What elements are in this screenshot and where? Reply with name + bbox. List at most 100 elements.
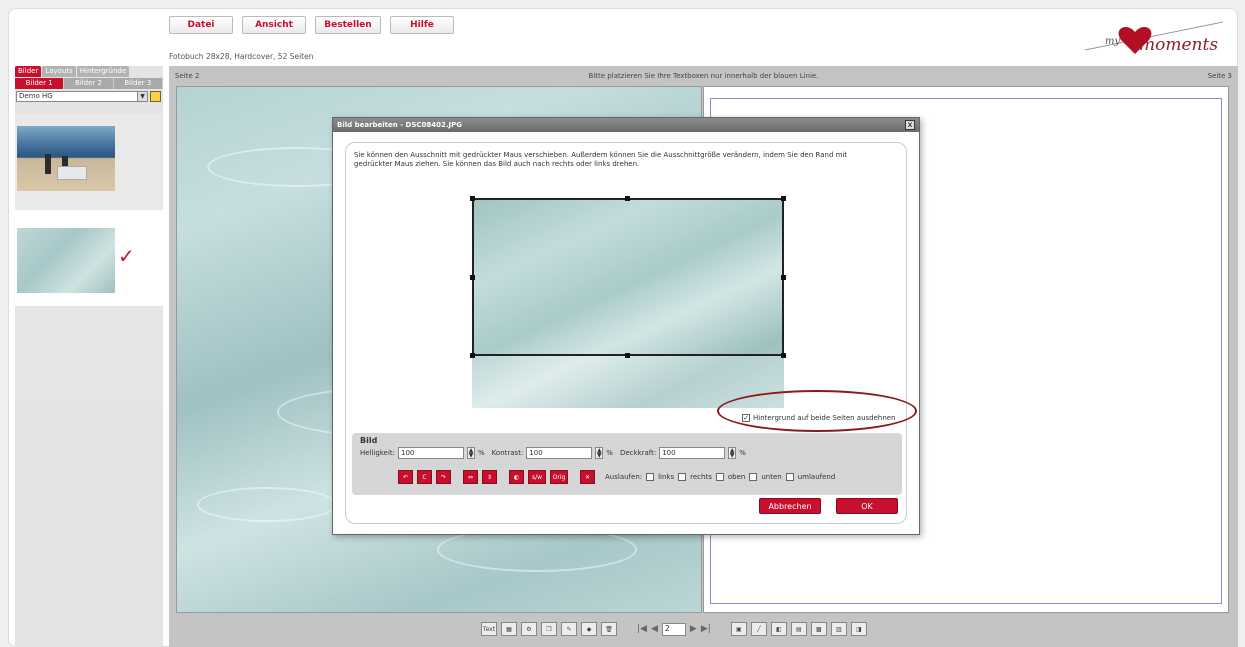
menu-datei-button[interactable]: Datei xyxy=(169,16,233,34)
thumbnail-slot[interactable] xyxy=(15,114,163,210)
person-figure xyxy=(45,154,51,174)
next-page-icon[interactable]: ▶ xyxy=(690,624,697,634)
bleed-all-checkbox[interactable] xyxy=(785,473,794,481)
original-filter-icon[interactable]: Orig xyxy=(550,470,568,484)
bleed-top-checkbox[interactable] xyxy=(715,473,724,481)
color-filter-icon[interactable]: ◐ xyxy=(509,470,524,484)
crop-handle[interactable] xyxy=(470,196,475,201)
sepia-filter-icon[interactable]: s/w xyxy=(528,470,546,484)
diagonal-icon[interactable]: ╱ xyxy=(750,622,767,636)
crop-handle[interactable] xyxy=(781,275,786,280)
bleed-right-label: rechts xyxy=(690,473,712,481)
tab-bilder[interactable]: Bilder xyxy=(15,66,42,77)
ok-button[interactable]: OK xyxy=(836,498,898,514)
page-number-input[interactable]: 2 xyxy=(661,622,686,636)
water-reflection xyxy=(197,487,337,522)
crop-handle[interactable] xyxy=(625,353,630,358)
close-icon[interactable]: x xyxy=(905,120,915,130)
settings-icon[interactable]: ⚙ xyxy=(521,622,537,636)
chevron-down-icon: ▼ xyxy=(137,92,147,101)
rotate-left-icon[interactable]: ↶ xyxy=(398,470,413,484)
crop-handle[interactable] xyxy=(625,196,630,201)
menu-bestellen-button[interactable]: Bestellen xyxy=(315,16,381,34)
thumbnail-slot-selected[interactable]: ✓ xyxy=(15,210,163,306)
contrast-spinner[interactable]: ▲ ▼ xyxy=(595,447,604,459)
cancel-button[interactable]: Abbrechen xyxy=(759,498,821,514)
opacity-spinner[interactable]: ▲ ▼ xyxy=(728,447,737,459)
paint-icon[interactable]: ✎ xyxy=(561,622,577,636)
arrange-icon[interactable]: ▩ xyxy=(810,622,827,636)
stack-icon[interactable]: ▥ xyxy=(830,622,847,636)
brightness-label: Helligkeit: xyxy=(360,449,396,457)
brightness-spinner[interactable]: ▲ ▼ xyxy=(467,447,476,459)
bleed-left-checkbox[interactable] xyxy=(646,473,655,481)
thumbnail-list: ✓ xyxy=(15,114,163,402)
highlight-ring xyxy=(717,390,917,432)
bleed-right-checkbox[interactable] xyxy=(678,473,687,481)
prev-page-icon[interactable]: ◀ xyxy=(651,624,658,634)
percent-sign: % xyxy=(739,449,746,457)
layout-icon[interactable]: ▣ xyxy=(730,622,747,636)
rotate-right-icon[interactable]: ↷ xyxy=(436,470,451,484)
fill-icon[interactable]: ◆ xyxy=(581,622,597,636)
svg-text:my: my xyxy=(1105,36,1120,47)
menu-ansicht-button[interactable]: Ansicht xyxy=(242,16,306,34)
delete-icon[interactable]: ✕ xyxy=(580,470,595,484)
grid-icon[interactable]: ▤ xyxy=(790,622,807,636)
image-tool-icon[interactable]: ▦ xyxy=(501,622,517,636)
folder-open-icon[interactable] xyxy=(150,91,161,102)
crop-image[interactable] xyxy=(470,196,786,408)
sidebar-tabs: Bilder Layouts Hintergründe xyxy=(15,66,163,77)
image-adjust-panel: Bild Helligkeit: 100 ▲ ▼ % Kontrast: 100 … xyxy=(352,433,902,495)
beach-photo-thumbnail[interactable] xyxy=(17,126,115,191)
tab-layouts[interactable]: Layouts xyxy=(42,66,76,77)
menu-hilfe-button[interactable]: Hilfe xyxy=(390,16,454,34)
dialog-title: Bild bearbeiten - DSC08402.JPG xyxy=(333,118,919,132)
extend-background-checkbox[interactable]: ✓ xyxy=(742,414,750,422)
folder-row: Demo HG ▼ xyxy=(15,91,163,102)
subtab-bilder-1[interactable]: Bilder 1 xyxy=(15,78,65,89)
flip-vertical-icon[interactable]: ⇕ xyxy=(482,470,497,484)
preview-icon[interactable]: ◧ xyxy=(770,622,787,636)
crop-handle[interactable] xyxy=(781,353,786,358)
textbox-hint: Bitte platzieren Sie Ihre Textboxen nur … xyxy=(588,72,819,80)
sidebar: Bilder Layouts Hintergründe Bilder 1 Bil… xyxy=(15,66,163,647)
bleed-bottom-label: unten xyxy=(761,473,782,481)
cart-shape xyxy=(57,166,87,180)
product-info: Fotobuch 28x28, Hardcover, 52 Seiten xyxy=(169,52,314,61)
bleed-top-label: oben xyxy=(727,473,746,481)
adjust-row: Helligkeit: 100 ▲ ▼ % Kontrast: 100 ▲ ▼ % … xyxy=(360,447,746,459)
image-tools-row: ↶ C ↷ ⇔ ⇕ ◐ s/w Orig ✕ Auslaufen: links … xyxy=(398,470,835,484)
svg-text:moments: moments xyxy=(1139,35,1218,55)
dialog-instructions: Sie können den Ausschnitt mit gedrückter… xyxy=(354,151,848,168)
extend-background-option: ✓ Hintergrund auf beide Seiten ausdehnen xyxy=(742,414,896,422)
checkmark-icon: ✓ xyxy=(118,244,135,268)
bleed-bottom-checkbox[interactable] xyxy=(749,473,758,481)
flip-horizontal-icon[interactable]: ⇔ xyxy=(463,470,478,484)
text-tool-icon[interactable]: Text xyxy=(481,622,497,636)
reset-icon[interactable]: C xyxy=(417,470,432,484)
crop-handle[interactable] xyxy=(781,196,786,201)
bleed-label: Auslaufen: xyxy=(605,473,643,481)
last-page-icon[interactable]: ▶| xyxy=(701,624,711,634)
crop-handle[interactable] xyxy=(470,275,475,280)
water-photo-thumbnail[interactable] xyxy=(17,228,115,293)
subtab-bilder-2[interactable]: Bilder 2 xyxy=(64,78,114,89)
copy-icon[interactable]: ❐ xyxy=(541,622,557,636)
crop-handle[interactable] xyxy=(470,353,475,358)
contrast-label: Kontrast: xyxy=(491,449,524,457)
frame-icon[interactable]: ◨ xyxy=(850,622,867,636)
folder-select[interactable]: Demo HG ▼ xyxy=(16,91,148,102)
thumbnail-slot-empty xyxy=(15,306,163,402)
image-edit-dialog: Bild bearbeiten - DSC08402.JPG x Sie kön… xyxy=(332,117,920,535)
percent-sign: % xyxy=(606,449,613,457)
contrast-input[interactable]: 100 xyxy=(526,447,593,459)
bleed-left-label: links xyxy=(658,473,675,481)
trash-icon[interactable]: 🗑 xyxy=(601,622,617,636)
brightness-input[interactable]: 100 xyxy=(398,447,465,459)
subtab-bilder-3[interactable]: Bilder 3 xyxy=(113,78,163,89)
crop-selection[interactable] xyxy=(470,196,786,358)
first-page-icon[interactable]: |◀ xyxy=(637,624,647,634)
opacity-input[interactable]: 100 xyxy=(659,447,726,459)
tab-hintergruende[interactable]: Hintergründe xyxy=(76,66,130,77)
